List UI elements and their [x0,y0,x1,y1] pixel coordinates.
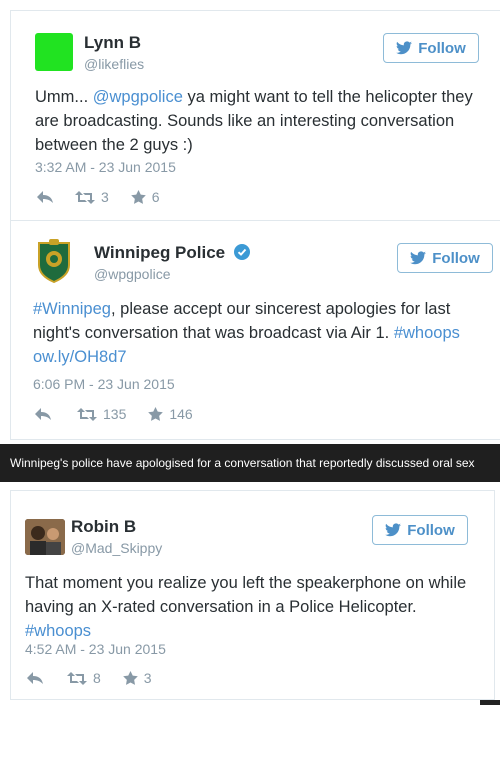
star-icon [122,671,138,685]
retweet-icon [77,407,97,421]
tweet-card: Robin B @Mad_Skippy Follow That moment y… [10,490,495,700]
retweet-count: 3 [101,189,109,205]
bird-icon [396,41,413,55]
retweet-count: 8 [93,670,101,686]
tweet-text: That moment you realize you left the spe… [25,571,480,643]
tweet-text: #Winnipeg, please accept our sincerest a… [33,297,498,369]
bird-icon [385,523,402,537]
favorite-button[interactable]: 6 [130,189,160,205]
retweet-count: 135 [103,406,127,422]
reply-button[interactable] [27,672,43,684]
tweet-card: Winnipeg Police @wpgpolice Follow #Winni… [10,220,500,440]
tweet-card: Lynn B @likeflies Follow Umm... @wpgpoli… [10,10,500,223]
tweet-actions: 8 3 [27,670,152,686]
hashtag-link[interactable]: #whoops [394,324,460,342]
tweet-actions: 3 6 [37,189,160,205]
tweet-actions: 135 146 [35,406,193,422]
follow-button[interactable]: Follow [372,515,468,545]
user-name-text: Winnipeg Police [94,243,226,262]
retweet-button[interactable]: 135 [77,406,126,422]
police-badge-icon [38,239,70,284]
avatar[interactable] [35,33,73,71]
user-name[interactable]: Winnipeg Police [94,243,250,263]
hashtag-link[interactable]: #whoops [25,622,91,640]
user-handle[interactable]: @Mad_Skippy [71,540,162,556]
mention-link[interactable]: @wpgpolice [93,88,183,106]
favorite-count: 6 [151,189,160,205]
watermark-logo [480,700,500,705]
user-handle[interactable]: @wpgpolice [94,266,170,282]
reply-icon [35,408,51,420]
star-icon [130,190,146,204]
follow-label: Follow [418,39,466,57]
avatar[interactable] [33,237,75,284]
follow-label: Follow [432,249,480,267]
user-name[interactable]: Lynn B [84,33,141,53]
follow-label: Follow [407,521,455,539]
photo-avatar-icon [25,519,65,555]
user-handle[interactable]: @likeflies [84,56,144,72]
text-segment: Umm... [35,88,93,106]
reply-icon [27,672,43,684]
follow-button[interactable]: Follow [397,243,493,273]
retweet-icon [75,190,95,204]
avatar[interactable] [25,519,65,555]
star-icon [148,407,164,421]
timestamp[interactable]: 4:52 AM - 23 Jun 2015 [25,641,166,657]
favorite-button[interactable]: 146 [148,406,193,422]
reply-icon [37,191,53,203]
hashtag-link[interactable]: #Winnipeg [33,300,111,318]
retweet-button[interactable]: 3 [75,189,109,205]
reply-button[interactable] [37,191,53,203]
text-segment: That moment you realize you left the spe… [25,574,467,616]
favorite-button[interactable]: 3 [122,670,152,686]
bird-icon [410,251,427,265]
timestamp[interactable]: 6:06 PM - 23 Jun 2015 [33,376,175,392]
verified-badge-icon [233,244,250,260]
favorite-count: 146 [169,406,193,422]
url-link[interactable]: ow.ly/OH8d7 [33,348,127,366]
user-name[interactable]: Robin B [71,517,136,537]
tweet-text: Umm... @wpgpolice ya might want to tell … [35,85,485,157]
favorite-count: 3 [143,670,152,686]
follow-button[interactable]: Follow [383,33,479,63]
image-caption: Winnipeg's police have apologised for a … [0,444,500,482]
timestamp[interactable]: 3:32 AM - 23 Jun 2015 [35,159,176,175]
retweet-icon [67,671,87,685]
retweet-button[interactable]: 8 [67,670,101,686]
reply-button[interactable] [35,408,51,420]
